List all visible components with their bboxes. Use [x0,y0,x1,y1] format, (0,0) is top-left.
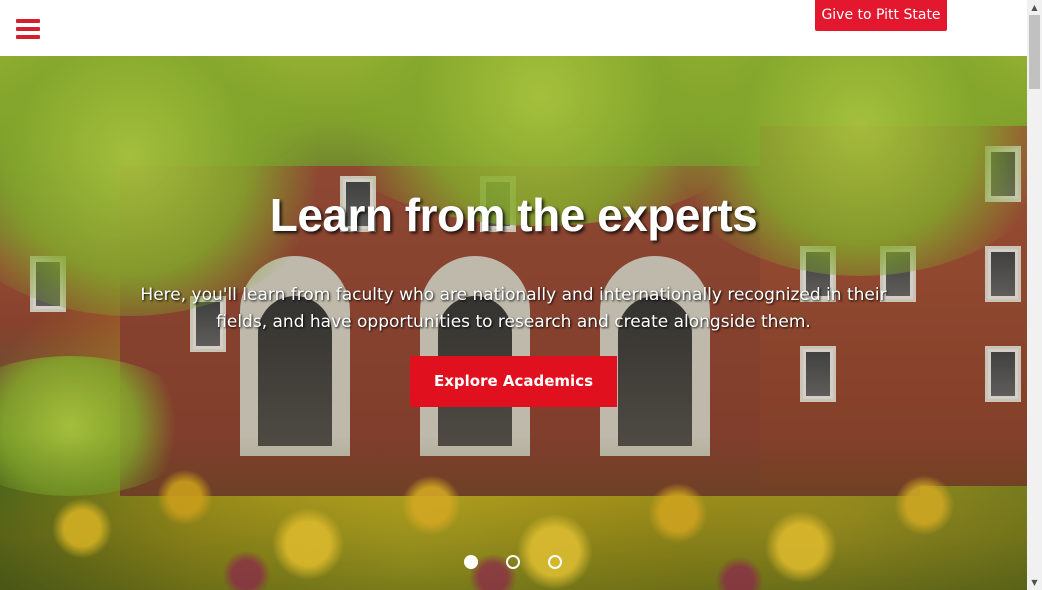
vertical-scrollbar[interactable]: ▲ ▼ [1027,0,1042,590]
hero-carousel: Learn from the experts Here, you'll lear… [0,56,1027,590]
explore-academics-button[interactable]: Explore Academics [410,356,617,407]
menu-bar [16,27,40,31]
menu-bar [16,19,40,23]
scrollbar-thumb[interactable] [1029,15,1040,89]
give-button[interactable]: Give to Pitt State [815,0,947,31]
carousel-dot-3[interactable] [548,555,562,569]
hero-description: Here, you'll learn from faculty who are … [140,285,887,332]
hero-title: Learn from the experts [269,189,758,241]
scroll-up-arrow-icon[interactable]: ▲ [1027,0,1042,15]
menu-bar [16,35,40,39]
site-header: Give to Pitt State [0,0,1027,56]
scroll-down-arrow-icon[interactable]: ▼ [1027,575,1042,590]
carousel-indicators [464,555,574,569]
hamburger-menu-icon[interactable] [16,19,40,39]
carousel-dot-1[interactable] [464,555,478,569]
carousel-dot-2[interactable] [506,555,520,569]
